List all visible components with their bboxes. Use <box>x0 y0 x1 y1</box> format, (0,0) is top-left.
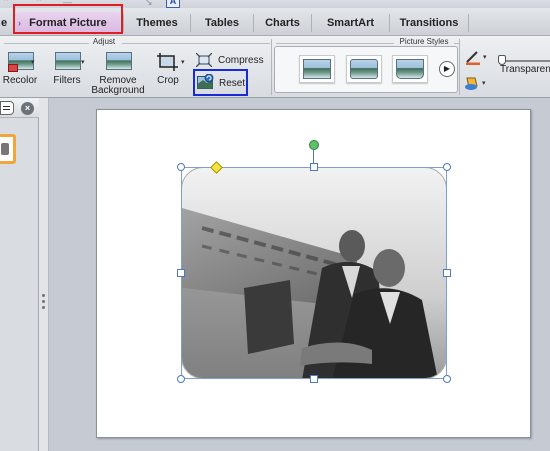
selected-picture[interactable] <box>181 167 447 379</box>
picture-style-2[interactable] <box>346 55 382 83</box>
list-line <box>3 106 10 107</box>
toolbar-glyph-left: ⌃ <box>2 0 10 7</box>
picture-styles-gallery: ▶ <box>274 46 458 93</box>
list-line <box>3 109 10 110</box>
filters-icon <box>53 52 81 72</box>
filters-caret-icon[interactable]: ▾ <box>81 58 85 66</box>
resize-handle-bottom[interactable] <box>310 375 318 383</box>
filters-label: Filters <box>53 75 81 86</box>
compress-icon <box>196 53 212 67</box>
resize-handle-left[interactable] <box>177 269 185 277</box>
slides-pane: × <box>0 98 39 451</box>
group-divider-line <box>276 43 394 44</box>
resize-handle-top-right[interactable] <box>443 163 451 171</box>
recolor-label: Recolor <box>2 75 38 86</box>
close-pane-icon[interactable]: × <box>21 102 34 115</box>
splitter-grip-dot <box>42 306 45 309</box>
crop-icon-svg <box>157 53 178 71</box>
adjust-group-label: Adjust <box>92 37 116 46</box>
splitter-grip-dot <box>42 294 45 297</box>
toolbar-glyph-4: ↘ <box>145 0 153 7</box>
powerpoint-window: ⌃ ⌃ — ↘ A e › Format Picture Themes Tabl… <box>0 0 550 451</box>
compress-button[interactable]: Compress <box>196 52 266 68</box>
picture-style-2-image <box>350 59 378 79</box>
crop-label: Crop <box>157 75 179 86</box>
picture-style-3[interactable] <box>392 55 428 83</box>
resize-handle-bottom-right[interactable] <box>443 375 451 383</box>
picture-style-1[interactable] <box>299 55 335 83</box>
transparency-slider-track[interactable] <box>500 60 550 62</box>
group-separator <box>459 39 460 95</box>
compress-label: Compress <box>218 55 264 66</box>
picture-border-caret-icon[interactable]: ▾ <box>483 53 487 61</box>
group-separator <box>271 39 272 95</box>
text-box-icon[interactable]: A <box>166 0 180 8</box>
gallery-next-arrow-icon[interactable]: ▶ <box>439 61 455 77</box>
ribbon-format-picture: Adjust Recolor ▾ Filters ▾ Remove Backgr… <box>0 36 550 98</box>
tab-separator <box>468 14 469 32</box>
resize-handle-right[interactable] <box>443 269 451 277</box>
tab-charts[interactable]: Charts <box>254 12 311 34</box>
rotate-stem <box>313 150 314 164</box>
picture-styles-group-label: Picture Styles <box>399 37 449 46</box>
tab-smartart[interactable]: SmartArt <box>312 12 389 34</box>
reset-highlight-box <box>193 69 248 96</box>
remove-background-label-line2: Background <box>91 85 145 96</box>
splitter-grip-dot <box>42 300 45 303</box>
transparency-label: Transparen <box>500 64 550 75</box>
picture-style-1-image <box>303 59 331 79</box>
slide-thumbnail-1[interactable] <box>0 134 16 164</box>
group-divider-line <box>4 43 89 44</box>
resize-handle-top-left[interactable] <box>177 163 185 171</box>
pane-splitter[interactable] <box>39 98 49 451</box>
slides-view-toggle-button[interactable] <box>0 101 14 115</box>
recolor-caret-icon[interactable]: ▾ <box>31 58 35 66</box>
group-divider-line <box>122 43 270 44</box>
recolor-icon <box>6 52 34 72</box>
crop-caret-icon[interactable]: ▾ <box>181 58 185 66</box>
slide-thumbnail-picture <box>1 143 9 155</box>
tab-themes[interactable]: Themes <box>124 12 190 34</box>
picture-fill-icon[interactable] <box>463 75 481 91</box>
tab-home-partial[interactable]: e <box>0 12 10 34</box>
tab-transitions[interactable]: Transitions <box>390 12 468 34</box>
resize-handle-bottom-left[interactable] <box>177 375 185 383</box>
crop-icon <box>154 52 182 72</box>
business-men-photo <box>182 168 446 378</box>
picture-style-3-image <box>396 59 424 79</box>
remove-background-button[interactable]: Remove Background <box>90 52 146 96</box>
format-picture-highlight-box <box>13 4 123 34</box>
slides-pane-toolbar: × <box>0 98 39 118</box>
picture-border-icon[interactable] <box>464 49 482 65</box>
rotate-handle[interactable] <box>309 140 319 150</box>
remove-background-icon <box>104 52 132 72</box>
tab-tables[interactable]: Tables <box>191 12 253 34</box>
resize-handle-top[interactable] <box>310 163 318 171</box>
recolor-swatch <box>8 64 18 72</box>
remove-background-thumb <box>106 52 132 70</box>
filters-thumb <box>55 52 81 70</box>
picture-fill-caret-icon[interactable]: ▾ <box>482 79 486 87</box>
